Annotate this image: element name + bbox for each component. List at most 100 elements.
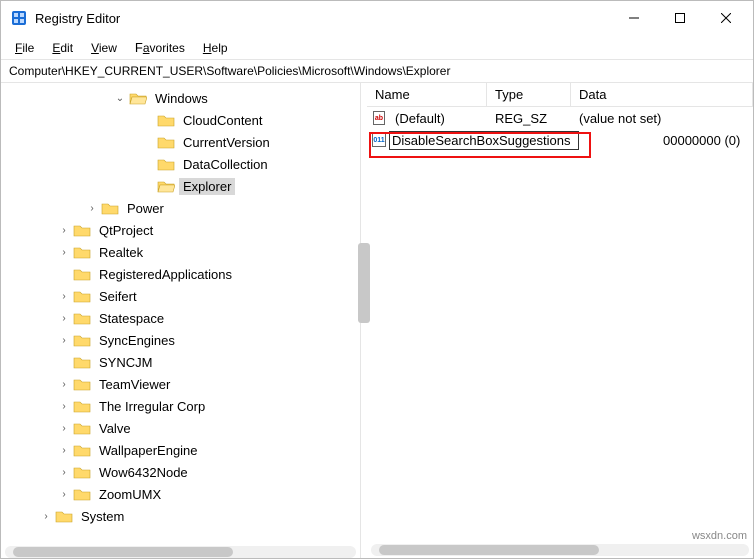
values-pane[interactable]: Name Type Data ab (Default) REG_SZ (valu… (367, 83, 753, 558)
expand-icon[interactable]: › (39, 511, 53, 522)
value-row-default[interactable]: ab (Default) REG_SZ (value not set) (367, 107, 753, 129)
string-value-icon: ab (373, 111, 385, 125)
expand-icon[interactable]: › (57, 313, 71, 324)
tree-node-statespace[interactable]: ›Statespace (1, 307, 360, 329)
tree-node-realtek[interactable]: › Realtek (1, 241, 360, 263)
tree-label: CurrentVersion (179, 134, 274, 151)
folder-icon (73, 443, 91, 457)
window-title: Registry Editor (35, 11, 611, 26)
value-icon-cell: 011 (367, 133, 387, 147)
tree-node-explorer[interactable]: Explorer (1, 175, 360, 197)
list-h-scrollbar[interactable] (371, 544, 749, 556)
window-controls (611, 2, 749, 34)
folder-icon (101, 201, 119, 215)
tree-node-wow6432node[interactable]: › Wow6432Node (1, 461, 360, 483)
tree-label: Realtek (95, 244, 147, 261)
value-data: (value not set) (571, 111, 753, 126)
folder-icon (73, 377, 91, 391)
tree-node-system[interactable]: › System (1, 505, 360, 527)
expand-icon[interactable]: › (57, 247, 71, 258)
collapse-icon[interactable]: ⌄ (113, 93, 127, 104)
folder-open-icon (129, 91, 147, 105)
regedit-icon (11, 10, 27, 26)
value-name-edit-input[interactable] (389, 131, 579, 150)
folder-icon (157, 113, 175, 127)
tree-pane[interactable]: ⌄ Windows CloudContent CurrentVersion Da… (1, 83, 361, 558)
tree-label: SyncEngines (95, 332, 179, 349)
tree-node-windows[interactable]: ⌄ Windows (1, 87, 360, 109)
tree-node-power[interactable]: › Power (1, 197, 360, 219)
column-type[interactable]: Type (487, 83, 571, 106)
tree-label: WallpaperEngine (95, 442, 202, 459)
folder-icon (73, 333, 91, 347)
value-name: (Default) (387, 111, 487, 126)
menu-edit[interactable]: Edit (44, 38, 81, 57)
expand-icon[interactable]: › (57, 335, 71, 346)
folder-icon (73, 223, 91, 237)
tree-node-irregular[interactable]: › The Irregular Corp (1, 395, 360, 417)
tree-label: Power (123, 200, 168, 217)
expand-icon[interactable]: › (57, 225, 71, 236)
tree-node-syncjm[interactable]: SYNCJM (1, 351, 360, 373)
tree-node-syncengines[interactable]: › SyncEngines (1, 329, 360, 351)
column-data[interactable]: Data (571, 83, 753, 106)
menu-file[interactable]: File (7, 38, 42, 57)
tree-label: DataCollection (179, 156, 272, 173)
tree-label: Explorer (179, 178, 235, 195)
folder-icon (73, 421, 91, 435)
close-button[interactable] (703, 2, 749, 34)
value-row-disablesearchboxsuggestions[interactable]: 011 00000000 (0) (367, 129, 753, 151)
folder-icon (73, 289, 91, 303)
value-type: REG_SZ (487, 111, 571, 126)
expand-icon[interactable]: › (57, 379, 71, 390)
expand-icon[interactable]: › (57, 445, 71, 456)
registry-tree[interactable]: ⌄ Windows CloudContent CurrentVersion Da… (1, 87, 360, 544)
menu-help[interactable]: Help (195, 38, 236, 57)
tree-label: QtProject (95, 222, 157, 239)
folder-icon (73, 487, 91, 501)
tree-node-cloudcontent[interactable]: CloudContent (1, 109, 360, 131)
tree-label: System (77, 508, 128, 525)
tree-label: The Irregular Corp (95, 398, 209, 415)
tree-node-teamviewer[interactable]: › TeamViewer (1, 373, 360, 395)
tree-node-registeredapplications[interactable]: RegisteredApplications (1, 263, 360, 285)
tree-h-scrollbar[interactable] (5, 546, 356, 558)
tree-node-valve[interactable]: › Valve (1, 417, 360, 439)
watermark: wsxdn.com (692, 530, 747, 542)
folder-icon (55, 509, 73, 523)
folder-icon (157, 157, 175, 171)
tree-label: TeamViewer (95, 376, 174, 393)
column-name[interactable]: Name (367, 83, 487, 106)
address-text: Computer\HKEY_CURRENT_USER\Software\Poli… (9, 64, 450, 78)
tree-label: RegisteredApplications (95, 266, 236, 283)
menu-view[interactable]: View (83, 38, 125, 57)
address-bar[interactable]: Computer\HKEY_CURRENT_USER\Software\Poli… (1, 59, 753, 83)
maximize-button[interactable] (657, 2, 703, 34)
tree-label: Wow6432Node (95, 464, 192, 481)
folder-icon (73, 311, 91, 325)
folder-icon (73, 267, 91, 281)
tree-node-datacollection[interactable]: DataCollection (1, 153, 360, 175)
value-data: 00000000 (0) (655, 133, 753, 148)
tree-node-zoomumx[interactable]: ›ZoomUMX (1, 483, 360, 505)
menubar: File Edit View Favorites Help (1, 35, 753, 59)
expand-icon[interactable]: › (57, 401, 71, 412)
expand-icon[interactable]: › (57, 467, 71, 478)
scrollbar-thumb[interactable] (13, 547, 233, 557)
expand-icon[interactable]: › (57, 489, 71, 500)
value-name-cell (387, 131, 591, 150)
folder-icon (157, 135, 175, 149)
expand-icon[interactable]: › (85, 203, 99, 214)
tree-node-wallpaperengine[interactable]: › WallpaperEngine (1, 439, 360, 461)
minimize-button[interactable] (611, 2, 657, 34)
tree-node-qtproject[interactable]: › QtProject (1, 219, 360, 241)
menu-favorites[interactable]: Favorites (127, 38, 193, 57)
tree-label: Valve (95, 420, 135, 437)
scrollbar-thumb[interactable] (379, 545, 599, 555)
expand-icon[interactable]: › (57, 291, 71, 302)
tree-node-seifert[interactable]: ›Seifert (1, 285, 360, 307)
expand-icon[interactable]: › (57, 423, 71, 434)
folder-open-icon (157, 179, 175, 193)
tree-node-currentversion[interactable]: CurrentVersion (1, 131, 360, 153)
list-header: Name Type Data (367, 83, 753, 107)
